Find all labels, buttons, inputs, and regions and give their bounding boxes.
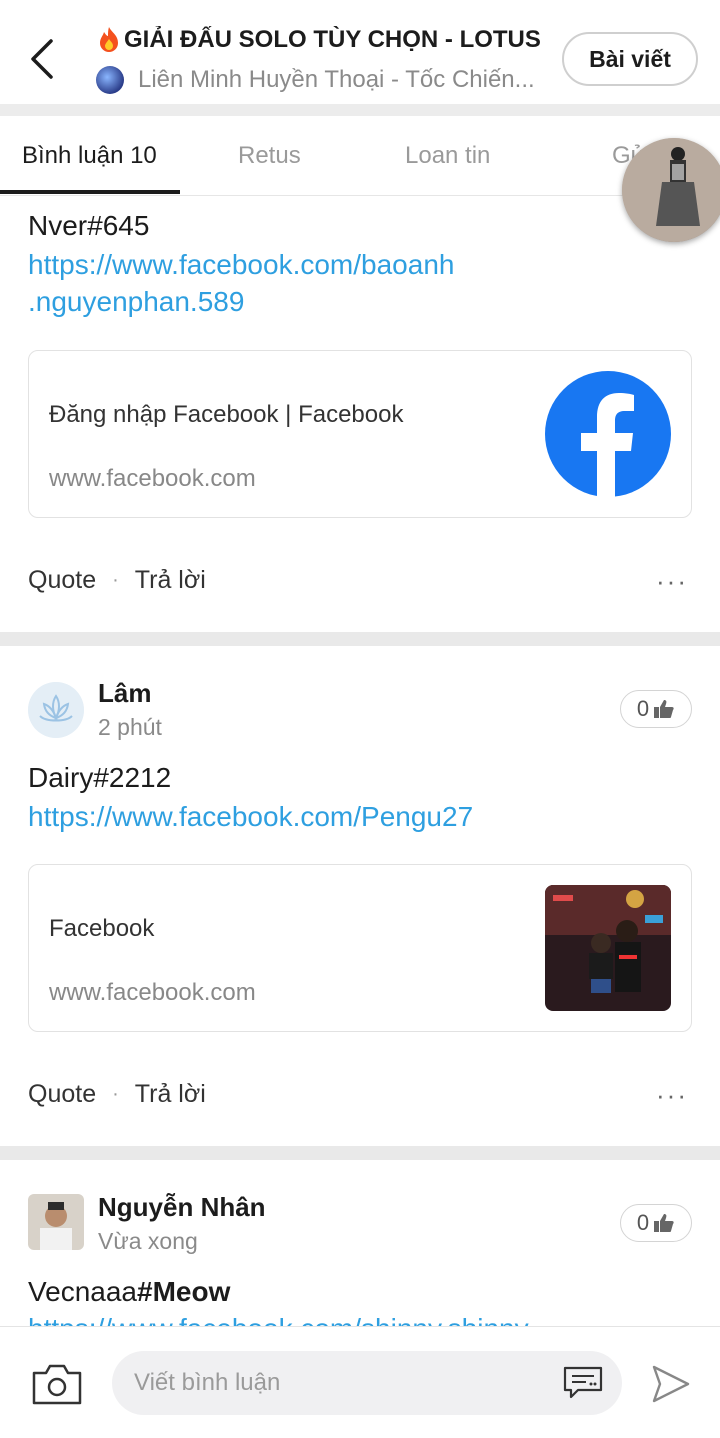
comment-divider [0,1146,720,1160]
author-name[interactable]: Nguyễn Nhân [98,1192,266,1223]
comment-link[interactable]: https://www.facebook.com/baoanh .nguyenp… [28,246,454,320]
comment-text: Dairy#2212 [28,762,172,793]
comment-text-plain: Vecnaaa [28,1276,137,1307]
chevron-left-icon [31,39,53,79]
game-icon [96,66,124,94]
tab-share[interactable]: Loan tin [405,142,490,170]
more-options-button[interactable]: ··· [656,1080,688,1111]
comment-link[interactable]: https://www.facebook.com/Pengu27 [28,798,473,835]
header: GIẢI ĐẤU SOLO TÙY CHỌN - LOTUS ... Liên … [0,0,720,104]
back-button[interactable] [20,34,64,84]
tab-bar: Bình luận 10 Retus Loan tin Gửi [0,116,720,196]
card-domain: www.facebook.com [49,979,256,1006]
comment-actions: Quote · Trả lời [28,566,206,595]
like-count: 0 [636,696,650,721]
comment-input[interactable] [112,1351,622,1415]
camera-icon [32,1364,82,1405]
card-title: Facebook [49,915,155,942]
link-preview-card[interactable]: Đăng nhập Facebook | Facebook www.facebo… [28,350,692,518]
comment-link-line: .nguyenphan.589 [28,286,245,317]
user-photo [28,1194,84,1250]
dot-separator: · [112,569,119,591]
comment-text-hashtag[interactable]: #Meow [137,1276,230,1307]
lotus-icon [28,682,84,738]
author-name[interactable]: Lâm [98,678,151,709]
active-tab-indicator [0,190,180,194]
avatar[interactable] [28,1194,84,1250]
tab-comments[interactable]: Bình luận 10 [22,142,157,170]
like-count: 0 [636,1210,650,1235]
comment-time: Vừa xong [98,1228,198,1254]
floating-avatar[interactable] [622,138,720,242]
community-name: Liên Minh Huyền Thoại - Tốc Chiến... [138,66,535,93]
tab-retus[interactable]: Retus [238,142,301,170]
comment-actions: Quote · Trả lời [28,1080,206,1109]
fire-icon [100,27,118,52]
preview-photo [545,885,671,1011]
divider [0,104,720,116]
reply-button[interactable]: Trả lời [135,566,206,595]
facebook-logo-icon [545,371,671,497]
quote-button[interactable]: Quote [28,1080,96,1109]
person-photo [622,138,720,242]
chat-bubble-icon [563,1366,603,1399]
card-domain: www.facebook.com [49,465,256,492]
comment-link-line: https://www.facebook.com/baoanh [28,249,455,280]
comment-composer [0,1326,720,1438]
link-preview-card[interactable]: Facebook www.facebook.com [28,864,692,1032]
thread-title[interactable]: GIẢI ĐẤU SOLO TÙY CHỌN - LOTUS ... [96,26,546,54]
avatar[interactable] [28,682,84,738]
like-button[interactable]: 0 [620,1204,692,1242]
comment-time: 2 phút [98,714,162,740]
dot-separator: · [112,1083,119,1105]
camera-button[interactable] [30,1361,84,1407]
comment-divider [0,632,720,646]
thread-title-text: GIẢI ĐẤU SOLO TÙY CHỌN - LOTUS ... [124,26,546,53]
sticker-button[interactable] [562,1365,604,1401]
quote-button[interactable]: Quote [28,566,96,595]
more-options-button[interactable]: ··· [656,566,688,597]
comment-text: Nver#645 [28,210,150,241]
thumbs-up-icon [654,700,674,718]
card-title: Đăng nhập Facebook | Facebook [49,401,404,428]
like-button[interactable]: 0 [620,690,692,728]
post-button[interactable]: Bài viết [562,32,698,86]
reply-button[interactable]: Trả lời [135,1080,206,1109]
send-icon [652,1365,690,1403]
community-link[interactable]: Liên Minh Huyền Thoại - Tốc Chiến... [96,66,546,94]
thumbs-up-icon [654,1214,674,1232]
send-button[interactable] [650,1363,692,1405]
comment-text: Vecnaaa#Meow [28,1276,230,1308]
